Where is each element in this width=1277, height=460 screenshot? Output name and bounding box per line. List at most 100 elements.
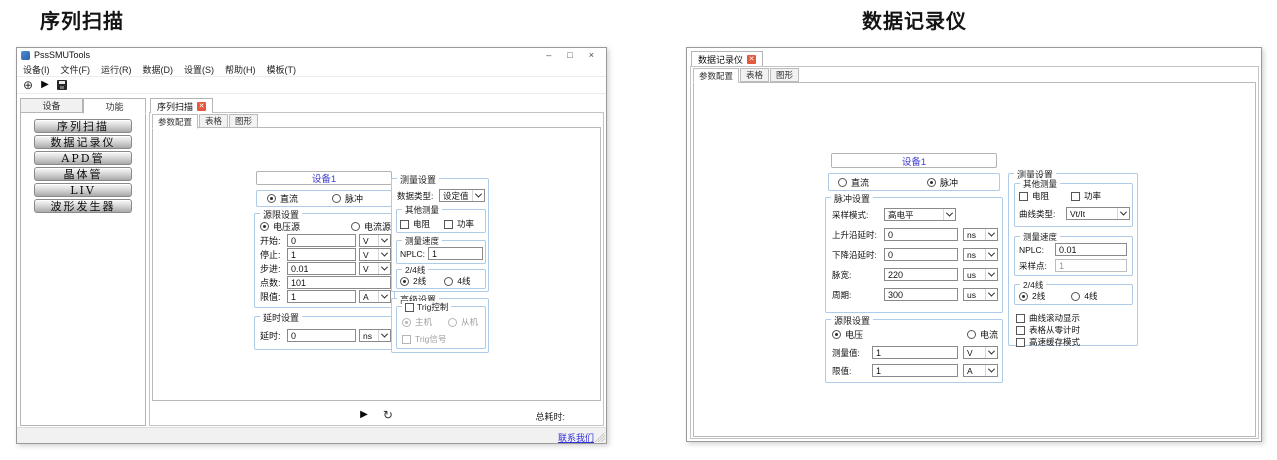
delay-input[interactable]: 0 bbox=[287, 329, 356, 342]
radio-on-icon bbox=[400, 277, 409, 286]
stop-unit-select[interactable]: V bbox=[359, 248, 391, 261]
pulse-radio[interactable]: 脉冲 bbox=[332, 192, 363, 205]
curve-type-select[interactable]: Vt/It bbox=[1066, 207, 1130, 220]
period-unit-select[interactable]: us bbox=[963, 288, 998, 301]
pulse-radio[interactable]: 脉冲 bbox=[927, 176, 958, 189]
pulse-width-input[interactable]: 220 bbox=[884, 268, 958, 281]
resistance-checkbox[interactable]: 电阻 bbox=[400, 218, 430, 230]
power-checkbox[interactable]: 功率 bbox=[444, 218, 474, 230]
tab-function[interactable]: 功能 bbox=[83, 98, 146, 114]
start-run-icon[interactable]: ▶ bbox=[360, 410, 368, 420]
resize-grip[interactable] bbox=[595, 432, 605, 442]
current-radio[interactable]: 电流 bbox=[967, 328, 998, 341]
tab-parameter-config[interactable]: 参数配置 bbox=[152, 114, 198, 129]
trig-signal-checkbox[interactable]: Trig信号 bbox=[402, 333, 446, 345]
sidebar-button-waveform-generator[interactable]: 波形发生器 bbox=[34, 199, 132, 213]
fall-delay-input[interactable]: 0 bbox=[884, 248, 958, 261]
run-icon[interactable]: ▶ bbox=[41, 80, 49, 90]
sample-points-label: 采样点: bbox=[1019, 260, 1055, 272]
width-unit-select[interactable]: us bbox=[963, 268, 998, 281]
step-input[interactable]: 0.01 bbox=[287, 262, 356, 275]
start-input[interactable]: 0 bbox=[287, 234, 356, 247]
rise-delay-input[interactable]: 0 bbox=[884, 228, 958, 241]
menu-help[interactable]: 帮助(H) bbox=[225, 63, 256, 76]
tab-close-icon[interactable]: ✕ bbox=[197, 102, 206, 111]
trig-control-checkbox[interactable]: Trig控制 bbox=[402, 301, 451, 313]
chevron-down-icon bbox=[985, 269, 997, 280]
high-speed-cache-checkbox[interactable]: 高速缓存模式 bbox=[1016, 336, 1080, 348]
slave-radio[interactable]: 从机 bbox=[448, 316, 478, 328]
pulse-settings-group: 脉冲设置 采样模式: 高电平 上升沿延时: 0 ns 下降沿延时: 0 ns 脉… bbox=[825, 197, 1003, 313]
voltage-source-radio[interactable]: 电压源 bbox=[260, 220, 300, 233]
data-type-select[interactable]: 设定值 bbox=[439, 189, 485, 202]
sidebar-button-sequence-scan[interactable]: 序列扫描 bbox=[34, 119, 132, 133]
measure-value-input[interactable]: 1 bbox=[872, 346, 958, 359]
sidebar-button-data-logger[interactable]: 数据记录仪 bbox=[34, 135, 132, 149]
wire4-radio[interactable]: 4线 bbox=[444, 275, 470, 287]
tab-graph[interactable]: 图形 bbox=[229, 114, 258, 128]
sample-mode-select[interactable]: 高电平 bbox=[884, 208, 956, 221]
radio-off-icon bbox=[838, 178, 847, 187]
checkbox-icon bbox=[1019, 192, 1028, 201]
sample-points-input[interactable]: 1 bbox=[1055, 259, 1127, 272]
nplc-input[interactable]: 0.01 bbox=[1055, 243, 1127, 256]
radio-on-icon bbox=[260, 222, 269, 231]
step-unit-select[interactable]: V bbox=[359, 262, 391, 275]
sidebar-button-liv[interactable]: LIV bbox=[34, 183, 132, 197]
start-unit-select[interactable]: V bbox=[359, 234, 391, 247]
fall-unit-select[interactable]: ns bbox=[963, 248, 998, 261]
close-button[interactable]: × bbox=[589, 51, 594, 60]
limit-unit-select[interactable]: A bbox=[359, 290, 391, 303]
minimize-button[interactable]: – bbox=[546, 51, 551, 60]
power-checkbox[interactable]: 功率 bbox=[1071, 190, 1101, 202]
table-zero-time-checkbox[interactable]: 表格从零计时 bbox=[1016, 324, 1080, 336]
nplc-input[interactable]: 1 bbox=[428, 247, 483, 260]
tab-table[interactable]: 表格 bbox=[199, 114, 228, 128]
trig-control-subgroup: Trig控制 主机 从机 Trig信号 bbox=[396, 306, 486, 349]
limit-input[interactable]: 1 bbox=[872, 364, 958, 377]
device-1-button[interactable]: 设备1 bbox=[831, 153, 997, 168]
doc-tab-sequence-scan[interactable]: 序列扫描 ✕ bbox=[150, 98, 213, 113]
curve-scroll-checkbox[interactable]: 曲线滚动显示 bbox=[1016, 312, 1080, 324]
total-time-label: 总耗时: bbox=[535, 410, 565, 423]
menu-run[interactable]: 运行(R) bbox=[101, 63, 132, 76]
rise-unit-select[interactable]: ns bbox=[963, 228, 998, 241]
loop-icon[interactable]: ↻ bbox=[383, 409, 393, 421]
sidebar-button-transistor[interactable]: 晶体管 bbox=[34, 167, 132, 181]
dc-radio[interactable]: 直流 bbox=[838, 176, 869, 189]
menu-template[interactable]: 模板(T) bbox=[267, 63, 297, 76]
current-source-radio[interactable]: 电流源 bbox=[351, 220, 391, 233]
menu-settings[interactable]: 设置(S) bbox=[184, 63, 214, 76]
menu-device[interactable]: 设备(I) bbox=[23, 63, 50, 76]
delay-unit-select[interactable]: ns bbox=[359, 329, 391, 342]
wire2-radio[interactable]: 2线 bbox=[1019, 290, 1045, 302]
tab-table[interactable]: 表格 bbox=[740, 68, 769, 82]
add-icon[interactable]: ⊕ bbox=[23, 79, 33, 91]
radio-on-icon bbox=[267, 194, 276, 203]
menu-file[interactable]: 文件(F) bbox=[61, 63, 91, 76]
sidebar-button-apd[interactable]: APD管 bbox=[34, 151, 132, 165]
device-1-button[interactable]: 设备1 bbox=[256, 171, 392, 185]
chevron-down-icon bbox=[985, 347, 997, 358]
tab-graph[interactable]: 图形 bbox=[770, 68, 799, 82]
tab-parameter-config[interactable]: 参数配置 bbox=[693, 68, 739, 83]
host-radio[interactable]: 主机 bbox=[402, 316, 432, 328]
maximize-button[interactable]: □ bbox=[567, 51, 572, 60]
tab-device[interactable]: 设备 bbox=[20, 98, 83, 113]
limit-unit-select[interactable]: A bbox=[963, 364, 998, 377]
points-input[interactable]: 101 bbox=[287, 276, 391, 289]
stop-input[interactable]: 1 bbox=[287, 248, 356, 261]
resistance-checkbox[interactable]: 电阻 bbox=[1019, 190, 1049, 202]
save-icon[interactable] bbox=[57, 80, 67, 90]
wire4-radio[interactable]: 4线 bbox=[1071, 290, 1097, 302]
voltage-radio[interactable]: 电压 bbox=[832, 328, 863, 341]
doc-tab-data-logger[interactable]: 数据记录仪 ✕ bbox=[691, 51, 763, 66]
period-input[interactable]: 300 bbox=[884, 288, 958, 301]
measure-unit-select[interactable]: V bbox=[963, 346, 998, 359]
menu-data[interactable]: 数据(D) bbox=[143, 63, 174, 76]
contact-us-link[interactable]: 联系我们 bbox=[558, 431, 594, 444]
tab-close-icon[interactable]: ✕ bbox=[747, 55, 756, 64]
wire2-radio[interactable]: 2线 bbox=[400, 275, 426, 287]
dc-radio[interactable]: 直流 bbox=[267, 192, 298, 205]
limit-input[interactable]: 1 bbox=[287, 290, 356, 303]
